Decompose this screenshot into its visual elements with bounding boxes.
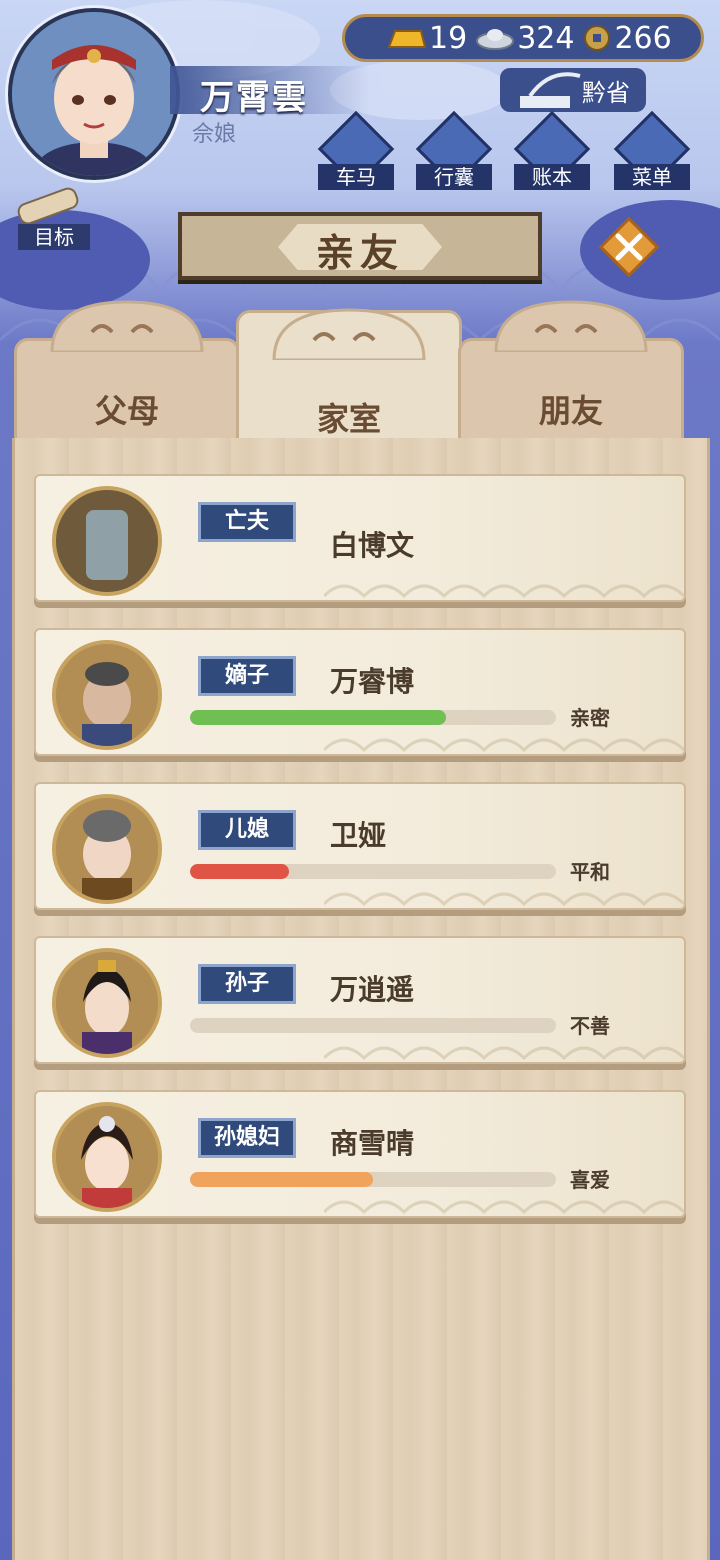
region-button[interactable]: 黔省 — [500, 68, 646, 112]
silver-value: 324 — [517, 20, 575, 56]
gold-item: 19 — [385, 21, 467, 56]
carriage-button[interactable]: 车马 — [316, 110, 396, 192]
coin-item: 266 — [582, 20, 672, 56]
kin-name: 万睿博 — [330, 665, 415, 698]
relation-badge: 儿媳 — [198, 810, 296, 850]
player-title: 佘娘 — [192, 122, 237, 147]
bag-button[interactable]: 行囊 — [414, 110, 494, 192]
relation-badge: 孙媳妇 — [198, 1118, 296, 1158]
mood-label: 亲密 — [570, 706, 610, 730]
tab-parents[interactable]: 父母 — [14, 292, 240, 448]
player-avatar[interactable] — [8, 8, 180, 180]
affinity-bar — [190, 1018, 556, 1033]
relation-badge: 亡夫 — [198, 502, 296, 542]
elder-woman-portrait-icon — [52, 794, 162, 904]
tab-friends[interactable]: 朋友 — [458, 292, 684, 448]
coin-value: 266 — [614, 20, 672, 56]
cloud-scroll-icon — [50, 300, 204, 352]
affinity-bar — [190, 864, 556, 879]
tab-family-label: 家室 — [316, 400, 381, 438]
affinity-bar — [190, 1172, 556, 1187]
affinity-bar — [190, 710, 556, 725]
mood-label: 不善 — [570, 1014, 610, 1038]
copper-coin-icon — [584, 25, 611, 51]
tombstone-portrait-icon — [52, 486, 162, 596]
young-man-portrait-icon — [52, 948, 162, 1058]
kin-card-0[interactable]: 亡夫 白博文 — [34, 474, 686, 602]
ledger-button[interactable]: 账本 — [512, 110, 592, 192]
elder-man-portrait-icon — [52, 640, 162, 750]
kin-card-1[interactable]: 嫡子 万睿博 亲密 — [34, 628, 686, 756]
young-woman-portrait-icon — [52, 1102, 162, 1212]
cloud-scroll-icon — [494, 300, 648, 352]
affinity-fill — [190, 864, 289, 879]
carriage-label: 车马 — [318, 164, 394, 190]
silver-item: 324 — [475, 21, 574, 56]
affinity-fill — [190, 710, 447, 725]
mood-label: 喜爱 — [570, 1168, 610, 1192]
kin-name: 商雪晴 — [330, 1127, 415, 1160]
kin-card-2[interactable]: 儿媳 卫娅 平和 — [34, 782, 686, 910]
close-button[interactable] — [598, 216, 660, 278]
mood-label: 平和 — [570, 860, 610, 884]
elder-lady-portrait-icon — [12, 12, 176, 176]
page-title: 亲友 — [315, 231, 404, 275]
tab-family[interactable]: 家室 — [236, 300, 462, 456]
map-marker-icon — [520, 72, 581, 108]
relation-badge: 嫡子 — [198, 656, 296, 696]
kin-card-3[interactable]: 孙子 万逍遥 不善 — [34, 936, 686, 1064]
kin-name: 白博文 — [330, 529, 415, 562]
more-label: 菜单 — [614, 164, 690, 190]
cloud-scroll-icon — [272, 308, 426, 360]
ledger-label: 账本 — [514, 164, 590, 190]
scroll-icon — [17, 187, 79, 225]
relation-badge: 孙子 — [198, 964, 296, 1004]
close-icon — [598, 216, 660, 278]
more-button[interactable]: 菜单 — [612, 110, 692, 192]
title-banner: 亲友 — [178, 212, 542, 280]
kin-name: 卫娅 — [330, 819, 387, 852]
goal-label: 目标 — [18, 224, 90, 250]
player-name: 万霄雲 — [200, 78, 308, 118]
tab-friends-label: 朋友 — [538, 392, 603, 430]
tab-parents-label: 父母 — [94, 392, 159, 430]
silver-ingot-icon — [476, 29, 515, 50]
kin-name: 万逍遥 — [330, 973, 415, 1006]
gold-value: 19 — [429, 20, 468, 56]
goal-button[interactable]: 目标 — [12, 184, 92, 254]
gold-ingot-icon — [387, 30, 427, 48]
kin-card-4[interactable]: 孙媳妇 商雪晴 喜爱 — [34, 1090, 686, 1218]
region-label: 黔省 — [582, 78, 630, 107]
affinity-fill — [190, 1172, 373, 1187]
currency-bar: 19 324 266 — [342, 14, 704, 62]
bag-label: 行囊 — [416, 164, 492, 190]
